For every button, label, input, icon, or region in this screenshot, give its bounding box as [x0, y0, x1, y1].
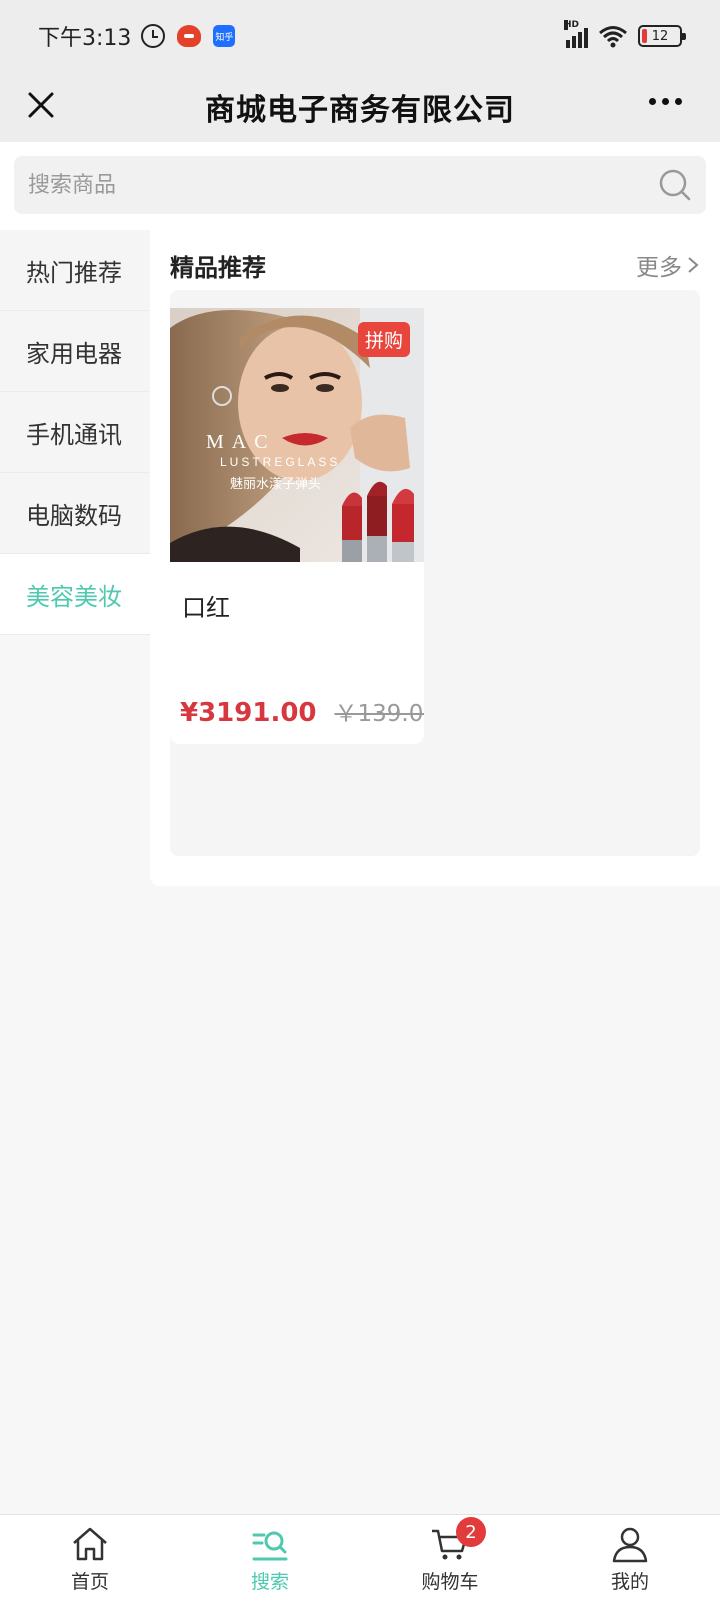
tab-profile[interactable]: 我的	[540, 1515, 720, 1600]
chevron-right-icon	[688, 257, 699, 273]
page-title: 商城电子商务有限公司	[205, 93, 515, 128]
user-icon	[612, 1527, 648, 1563]
status-notification-icons: 知乎	[141, 24, 236, 48]
bottom-tab-bar: 首页 搜索 2 购物车 我的	[0, 1514, 720, 1600]
signal-icon: HD	[564, 20, 588, 48]
product-card[interactable]: MAC LUSTREGLASS 魅丽水漾子弹头 拼购 口红 ¥3191.00 ￥…	[170, 308, 424, 744]
image-brand-text: MAC	[206, 431, 276, 453]
battery-level: 12	[651, 28, 669, 44]
app-notification-icon	[177, 25, 202, 47]
search-bar	[0, 142, 720, 230]
tab-home-label: 首页	[70, 1571, 109, 1593]
sidebar-item-appliances[interactable]: 家用电器	[0, 311, 150, 392]
zhihu-icon: 知乎	[213, 25, 236, 47]
image-cn-text: 魅丽水漾子弹头	[230, 477, 321, 492]
tab-search-label: 搜索	[250, 1571, 289, 1593]
recommend-panel: 精品推荐 更多 MAC LUSTREGLASS 魅丽水漾子弹头 拼购 口红 ¥3…	[150, 230, 720, 886]
image-sub-text: LUSTREGLASS	[220, 455, 340, 469]
wifi-icon	[599, 26, 627, 48]
tab-search[interactable]: 搜索	[180, 1515, 360, 1600]
sidebar-item-phones[interactable]: 手机通讯	[0, 392, 150, 473]
home-icon	[73, 1527, 107, 1561]
product-image[interactable]: MAC LUSTREGLASS 魅丽水漾子弹头 拼购	[170, 308, 424, 562]
product-grid: MAC LUSTREGLASS 魅丽水漾子弹头 拼购 口红 ¥3191.00 ￥…	[170, 290, 700, 856]
search-tab-icon	[252, 1531, 288, 1561]
close-icon[interactable]	[22, 86, 62, 126]
sidebar-item-computers[interactable]: 电脑数码	[0, 473, 150, 554]
tab-home[interactable]: 首页	[0, 1515, 180, 1600]
search-box[interactable]	[14, 156, 706, 214]
status-bar: 下午3:13 知乎 HD 12	[0, 0, 720, 72]
alarm-icon	[141, 24, 166, 48]
battery-icon: 12	[638, 25, 686, 47]
hd-label: HD	[564, 20, 580, 30]
more-link-label: 更多	[636, 255, 682, 281]
price-row: ¥3191.00 ￥139.00	[170, 694, 424, 728]
product-price: ¥3191.00	[180, 698, 317, 728]
category-sidebar: 热门推荐 家用电器 手机通讯 电脑数码 美容美妆	[0, 230, 150, 635]
section-title: 精品推荐	[170, 253, 266, 282]
tab-cart-label: 购物车	[421, 1571, 479, 1593]
cart-count-badge: 2	[456, 1517, 486, 1547]
search-input[interactable]	[28, 172, 658, 198]
tab-cart[interactable]: 2 购物车	[360, 1515, 540, 1600]
tab-profile-label: 我的	[610, 1571, 649, 1593]
more-link[interactable]: 更多	[636, 248, 700, 282]
more-options-icon[interactable]	[649, 98, 682, 105]
search-icon[interactable]	[658, 168, 692, 202]
group-buy-badge: 拼购	[357, 322, 410, 357]
product-name[interactable]: 口红	[170, 562, 424, 694]
sidebar-item-beauty[interactable]: 美容美妆	[0, 554, 150, 635]
nav-bar: 商城电子商务有限公司	[0, 72, 720, 142]
status-time: 下午3:13	[38, 26, 132, 51]
status-system-icons: HD 12	[564, 20, 686, 48]
sidebar-item-hot[interactable]: 热门推荐	[0, 230, 150, 311]
original-price: ￥139.00	[334, 701, 424, 727]
